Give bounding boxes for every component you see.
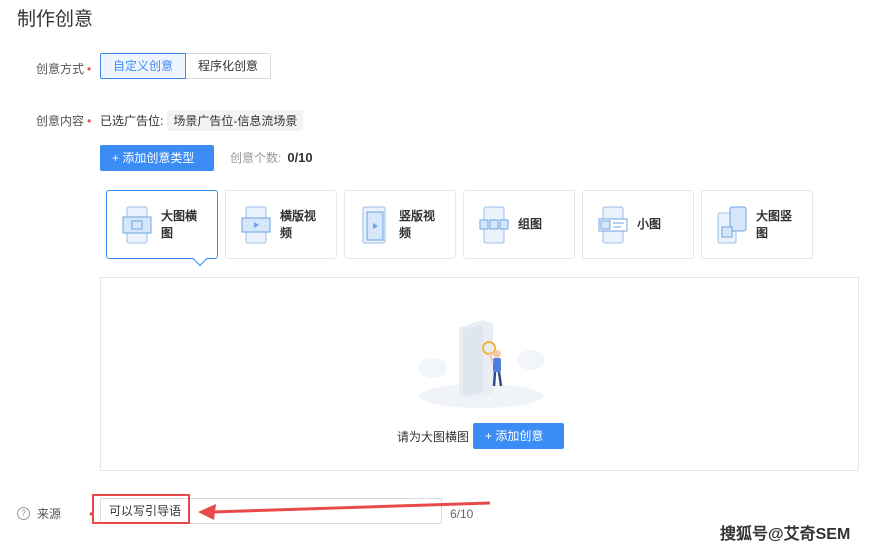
- creative-content-label: 创意内容 •: [36, 114, 92, 128]
- type-card-small-image[interactable]: 小图: [582, 190, 694, 259]
- add-creative-type-button[interactable]: + 添加创意类型: [100, 145, 214, 171]
- source-label: ? 来源 •: [17, 505, 93, 522]
- horizontal-video-icon: [241, 206, 271, 243]
- selected-ad-slot: 已选广告位: 场景广告位-信息流场景: [100, 110, 304, 131]
- annotation-arrow-icon: [198, 501, 491, 520]
- large-horizontal-image-icon: [122, 206, 152, 243]
- empty-state-hint: 请为大图横图: [397, 430, 470, 444]
- creative-method-label: 创意方式 •: [36, 62, 92, 76]
- empty-state-illustration: [419, 320, 545, 408]
- vertical-video-icon: [362, 206, 386, 243]
- creative-method-toggle: 自定义创意 程序化创意: [100, 53, 272, 79]
- programmatic-creative-button[interactable]: 程序化创意: [186, 53, 272, 79]
- add-creative-button[interactable]: + 添加创意: [473, 423, 564, 449]
- page-title: 制作创意: [17, 9, 94, 30]
- type-card-large-horizontal[interactable]: 大图横图: [106, 190, 218, 259]
- required-mark: •: [87, 114, 92, 128]
- image-group-icon: [479, 206, 509, 243]
- creative-empty-panel: 请为大图横图 + 添加创意: [100, 277, 859, 471]
- type-card-vertical-video[interactable]: 竖版视频: [344, 190, 456, 259]
- required-mark: •: [87, 62, 92, 76]
- help-icon[interactable]: ?: [17, 507, 30, 520]
- custom-creative-button[interactable]: 自定义创意: [100, 53, 187, 79]
- small-image-icon: [598, 206, 628, 243]
- type-card-horizontal-video[interactable]: 横版视频: [225, 190, 337, 259]
- creative-type-cards: 大图横图 横版视频 竖版视频 组图 小图 大图竖图: [106, 190, 813, 259]
- type-card-image-group[interactable]: 组图: [463, 190, 575, 259]
- creative-count: 创意个数: 0/10: [230, 150, 313, 165]
- large-vertical-image-icon: [717, 206, 747, 243]
- ad-slot-tag: 场景广告位-信息流场景: [167, 110, 304, 131]
- annotation-highlight-box: [92, 494, 190, 524]
- watermark: 搜狐号@艾奇SEM: [720, 526, 851, 543]
- type-card-large-vertical[interactable]: 大图竖图: [701, 190, 813, 259]
